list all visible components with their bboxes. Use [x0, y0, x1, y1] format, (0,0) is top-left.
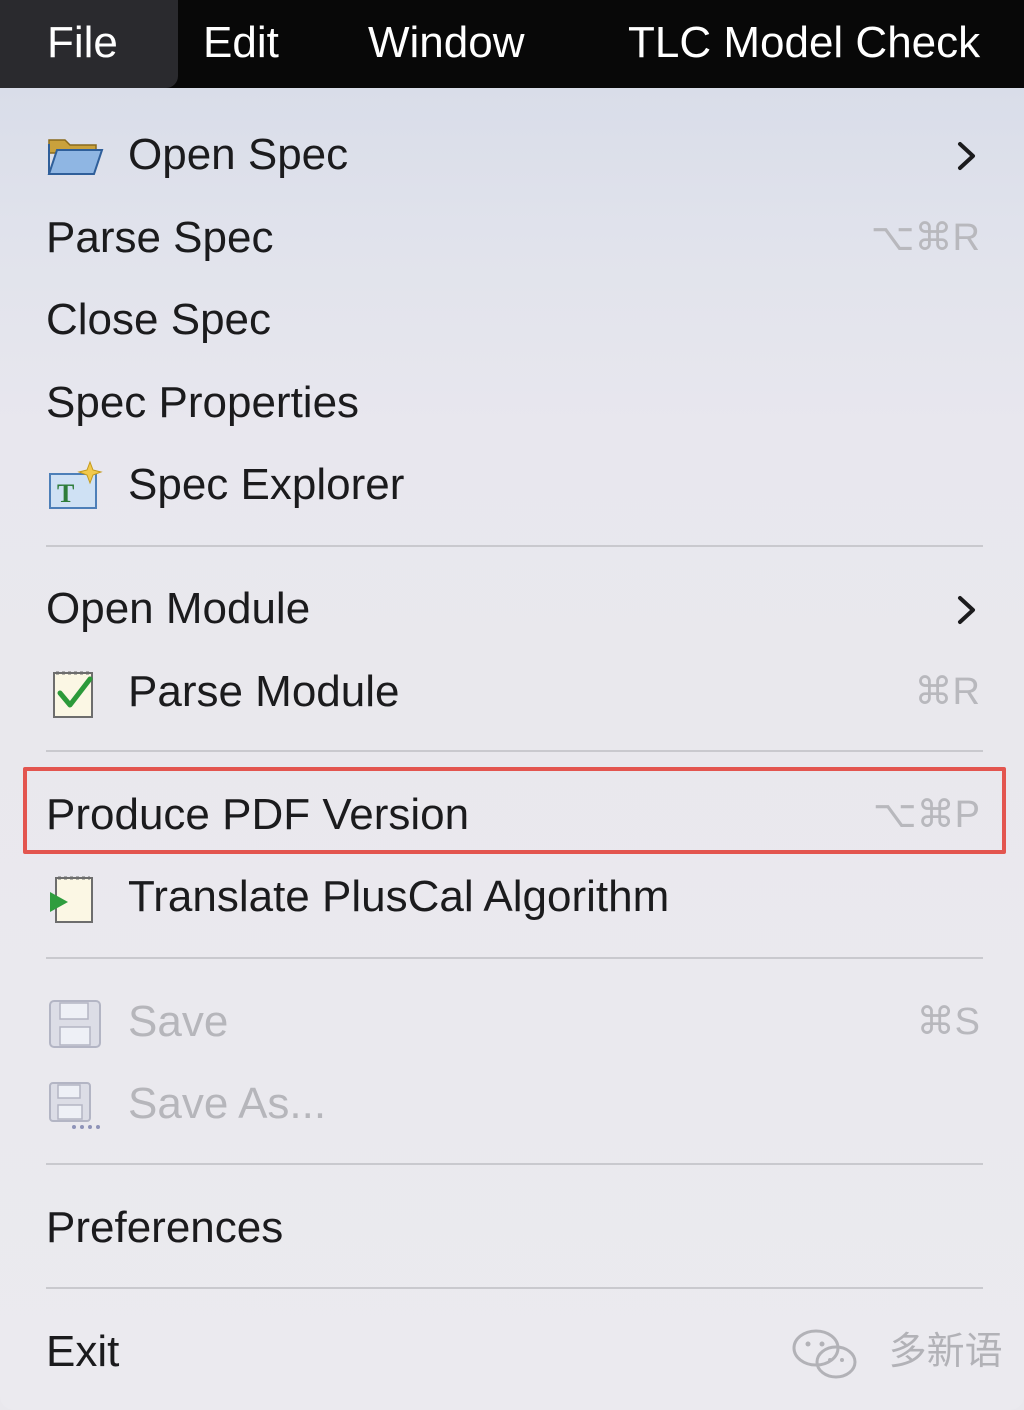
save-icon — [46, 997, 104, 1049]
menu-item-close-spec[interactable]: Close Spec — [0, 279, 1024, 361]
close-spec-label: Close Spec — [46, 295, 272, 344]
menu-item-save[interactable]: Save ⌘S — [0, 981, 1024, 1063]
spec-properties-label: Spec Properties — [46, 378, 360, 427]
chevron-right-icon — [956, 594, 978, 626]
folder-open-icon — [46, 130, 104, 182]
menu-separator — [46, 1287, 983, 1289]
save-label: Save — [128, 997, 229, 1046]
spec-explorer-label: Spec Explorer — [128, 460, 405, 509]
menu-separator — [46, 957, 983, 959]
menu-item-open-module[interactable]: Open Module — [0, 568, 1024, 650]
menu-bar: File Edit Window TLC Model Check — [0, 0, 1024, 88]
exit-label: Exit — [46, 1327, 120, 1376]
svg-text:T: T — [57, 479, 74, 508]
translate-run-icon — [46, 872, 104, 924]
menubar-edit-label: Edit — [203, 18, 279, 67]
open-module-label: Open Module — [46, 584, 311, 633]
menubar-window-label: Window — [368, 18, 525, 67]
menu-item-parse-spec[interactable]: Parse Spec ⌥⌘R — [0, 197, 1024, 279]
parse-module-label: Parse Module — [128, 667, 400, 716]
menubar-tlc-label: TLC Model Check — [628, 18, 981, 67]
menu-item-spec-properties[interactable]: Spec Properties — [0, 362, 1024, 444]
menubar-edit[interactable]: Edit — [203, 0, 279, 88]
menu-item-translate-pluscal[interactable]: Translate PlusCal Algorithm — [0, 856, 1024, 938]
translate-pluscal-label: Translate PlusCal Algorithm — [128, 872, 670, 921]
menu-separator — [46, 545, 983, 547]
menubar-file-label: File — [47, 18, 118, 67]
menubar-window[interactable]: Window — [368, 0, 525, 88]
spec-explorer-icon: T — [46, 460, 104, 512]
checklist-icon — [46, 667, 104, 719]
menubar-tlc-model-checker[interactable]: TLC Model Check — [628, 0, 980, 88]
watermark: 多新语 — [790, 1320, 1003, 1384]
menu-item-open-spec[interactable]: Open Spec — [0, 114, 1024, 196]
menu-item-save-as[interactable]: Save As... — [0, 1063, 1024, 1145]
preferences-label: Preferences — [46, 1203, 284, 1252]
menu-item-spec-explorer[interactable]: T Spec Explorer — [0, 444, 1024, 526]
watermark-text: 多新语 — [888, 1331, 1003, 1373]
save-as-icon — [46, 1079, 104, 1131]
save-as-label: Save As... — [128, 1079, 327, 1128]
parse-spec-shortcut: ⌥⌘R — [870, 217, 980, 259]
parse-spec-label: Parse Spec — [46, 213, 274, 262]
menu-item-parse-module[interactable]: Parse Module ⌘R — [0, 651, 1024, 733]
chevron-right-icon — [956, 140, 978, 172]
open-spec-label: Open Spec — [128, 130, 349, 179]
wechat-icon — [790, 1329, 871, 1379]
save-shortcut: ⌘S — [916, 1001, 980, 1043]
menu-item-preferences[interactable]: Preferences — [0, 1187, 1024, 1269]
menubar-file[interactable]: File — [0, 0, 178, 88]
menu-separator — [46, 750, 983, 752]
parse-module-shortcut: ⌘R — [914, 671, 980, 713]
highlight-box — [23, 767, 1006, 854]
menu-separator — [46, 1163, 983, 1165]
